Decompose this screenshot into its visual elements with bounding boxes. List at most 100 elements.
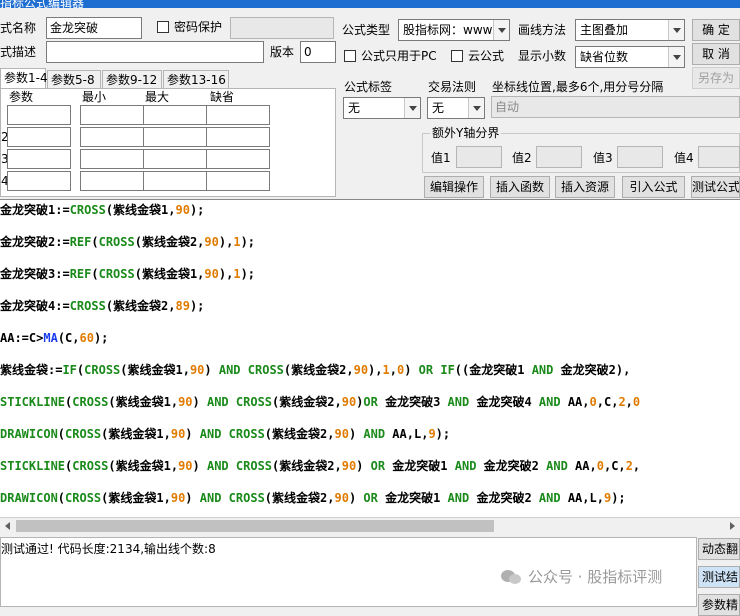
decimals-select[interactable]: 缺省位数 xyxy=(575,46,685,68)
horizontal-scrollbar[interactable] xyxy=(0,517,740,534)
pc-only-checkbox[interactable] xyxy=(344,50,356,62)
code-line[interactable]: DRAWICON(CROSS(紫线金袋1,90) AND CROSS(紫线金袋2… xyxy=(0,488,626,508)
code-editor[interactable]: 金龙突破1:=CROSS(紫线金袋1,90); 金龙突破2:=REF(CROSS(… xyxy=(0,199,740,517)
code-token: STICKLINE xyxy=(0,459,66,473)
draw-method-value: 主图叠加 xyxy=(580,23,629,37)
code-token: 1 xyxy=(233,267,241,281)
code-token: (紫线金袋2, xyxy=(272,459,342,473)
y-value-2-label: 值2 xyxy=(512,151,532,165)
decimals-value: 缺省位数 xyxy=(580,50,629,64)
formula-type-value: 股指标网：www xyxy=(403,23,493,37)
param-min-input[interactable] xyxy=(80,105,144,125)
code-token: DRAWICON xyxy=(0,427,58,441)
param-default-input[interactable] xyxy=(206,171,270,191)
dynamic-translate-button[interactable]: 动态翻 xyxy=(698,538,740,560)
scrollbar-thumb[interactable] xyxy=(16,520,494,532)
param-precision-button[interactable]: 参数精 xyxy=(698,594,740,616)
code-token: CROSS xyxy=(98,235,135,249)
version-input[interactable]: 0 xyxy=(300,41,336,63)
y-value-1-input[interactable] xyxy=(456,146,502,168)
draw-method-select[interactable]: 主图叠加 xyxy=(575,19,685,41)
cloud-checkbox[interactable] xyxy=(451,50,463,62)
param-default-input[interactable] xyxy=(206,105,270,125)
param-max-input[interactable] xyxy=(143,149,207,169)
code-line[interactable]: 金龙突破4:=CROSS(紫线金袋2,89); xyxy=(0,296,204,316)
code-token: 90 xyxy=(341,459,357,473)
param-name-input[interactable] xyxy=(7,149,71,169)
code-line[interactable]: STICKLINE(CROSS(紫线金袋1,90) AND CROSS(紫线金袋… xyxy=(0,392,640,412)
formula-name-input[interactable]: 金龙突破 xyxy=(46,17,142,39)
code-token: 60 xyxy=(79,331,94,345)
formula-tag-select[interactable]: 无 xyxy=(343,97,421,119)
code-token: ) xyxy=(185,427,200,441)
edit-operations-button[interactable]: 编辑操作 xyxy=(424,176,484,198)
code-token: DRAWICON xyxy=(0,491,58,505)
code-line[interactable]: STICKLINE(CROSS(紫线金袋1,90) AND CROSS(紫线金袋… xyxy=(0,456,640,476)
tab-params-5-8[interactable]: 参数5-8 xyxy=(47,70,101,89)
code-line[interactable]: AA:=C>MA(C,60); xyxy=(0,328,108,348)
code-token: ), xyxy=(368,363,383,377)
tab-params-9-12[interactable]: 参数9-12 xyxy=(102,70,162,89)
param-default-input[interactable] xyxy=(206,127,270,147)
code-token: AND xyxy=(531,363,554,377)
y-value-3-input[interactable] xyxy=(617,146,663,168)
code-token: AND xyxy=(546,459,568,473)
code-token: STICKLINE xyxy=(0,395,66,409)
code-token: 0 xyxy=(596,459,604,473)
formula-desc-input[interactable] xyxy=(46,41,264,63)
cancel-button[interactable]: 取 消 xyxy=(692,43,740,65)
password-input[interactable] xyxy=(230,17,334,39)
formula-type-select[interactable]: 股指标网：www xyxy=(398,19,510,41)
coord-lines-label: 坐标线位置,最多6个,用分号分隔 xyxy=(492,80,664,94)
code-token: OR xyxy=(418,363,434,377)
code-token: 90 xyxy=(178,395,193,409)
param-name-input[interactable] xyxy=(7,171,71,191)
y-value-2-input[interactable] xyxy=(536,146,582,168)
code-token: CROSS xyxy=(84,363,121,377)
test-result-button[interactable]: 测试结 xyxy=(698,566,740,588)
param-min-input[interactable] xyxy=(80,171,144,191)
scroll-left-icon[interactable] xyxy=(5,522,10,530)
password-checkbox[interactable] xyxy=(157,21,169,33)
code-token: (紫线金袋2, xyxy=(264,427,335,441)
trade-rule-select[interactable]: 无 xyxy=(427,97,485,119)
code-token: 紫线金袋:= xyxy=(0,363,63,377)
code-line[interactable]: 金龙突破2:=REF(CROSS(紫线金袋2,90),1); xyxy=(0,232,255,252)
code-line[interactable]: 金龙突破1:=CROSS(紫线金袋1,90); xyxy=(0,200,204,220)
scroll-right-icon[interactable] xyxy=(730,522,735,530)
code-token: CROSS xyxy=(235,459,273,473)
draw-method-label: 画线方法 xyxy=(518,23,567,37)
param-name-input[interactable] xyxy=(7,127,71,147)
param-max-input[interactable] xyxy=(143,105,207,125)
test-formula-button[interactable]: 测试公式 xyxy=(691,176,740,198)
formula-tag-label: 公式标签 xyxy=(344,80,393,94)
code-line[interactable]: 金龙突破3:=REF(CROSS(紫线金袋1,90),1); xyxy=(0,264,255,284)
y-value-4-input[interactable] xyxy=(698,146,740,168)
insert-resource-button[interactable]: 插入资源 xyxy=(555,176,615,198)
tab-params-13-16[interactable]: 参数13-16 xyxy=(163,70,229,89)
code-token: ); xyxy=(189,203,205,217)
param-min-input[interactable] xyxy=(80,149,144,169)
code-token: (紫线金袋2, xyxy=(105,299,176,313)
code-token: AA,L, xyxy=(560,491,604,505)
param-max-input[interactable] xyxy=(143,171,207,191)
save-as-button[interactable]: 另存为 xyxy=(692,67,740,89)
ok-button[interactable]: 确 定 xyxy=(692,19,740,41)
param-max-input[interactable] xyxy=(143,127,207,147)
insert-function-button[interactable]: 插入函数 xyxy=(490,176,550,198)
code-line[interactable]: 紫线金袋:=IF(CROSS(紫线金袋1,90) AND CROSS(紫线金袋2… xyxy=(0,360,630,380)
coord-lines-input[interactable]: 自动 xyxy=(491,96,740,118)
tab-params-1-4[interactable]: 参数1-4 xyxy=(0,68,48,89)
import-formula-button[interactable]: 引入公式 xyxy=(622,176,685,198)
param-default-input[interactable] xyxy=(206,149,270,169)
code-token: OR xyxy=(370,459,386,473)
param-name-input[interactable] xyxy=(7,105,71,125)
code-line[interactable]: DRAWICON(CROSS(紫线金袋1,90) AND CROSS(紫线金袋2… xyxy=(0,424,450,444)
code-token: 0 xyxy=(632,395,641,409)
param-min-input[interactable] xyxy=(80,127,144,147)
param-header-default: 缺省 xyxy=(210,90,235,104)
code-token: CROSS xyxy=(228,491,265,505)
